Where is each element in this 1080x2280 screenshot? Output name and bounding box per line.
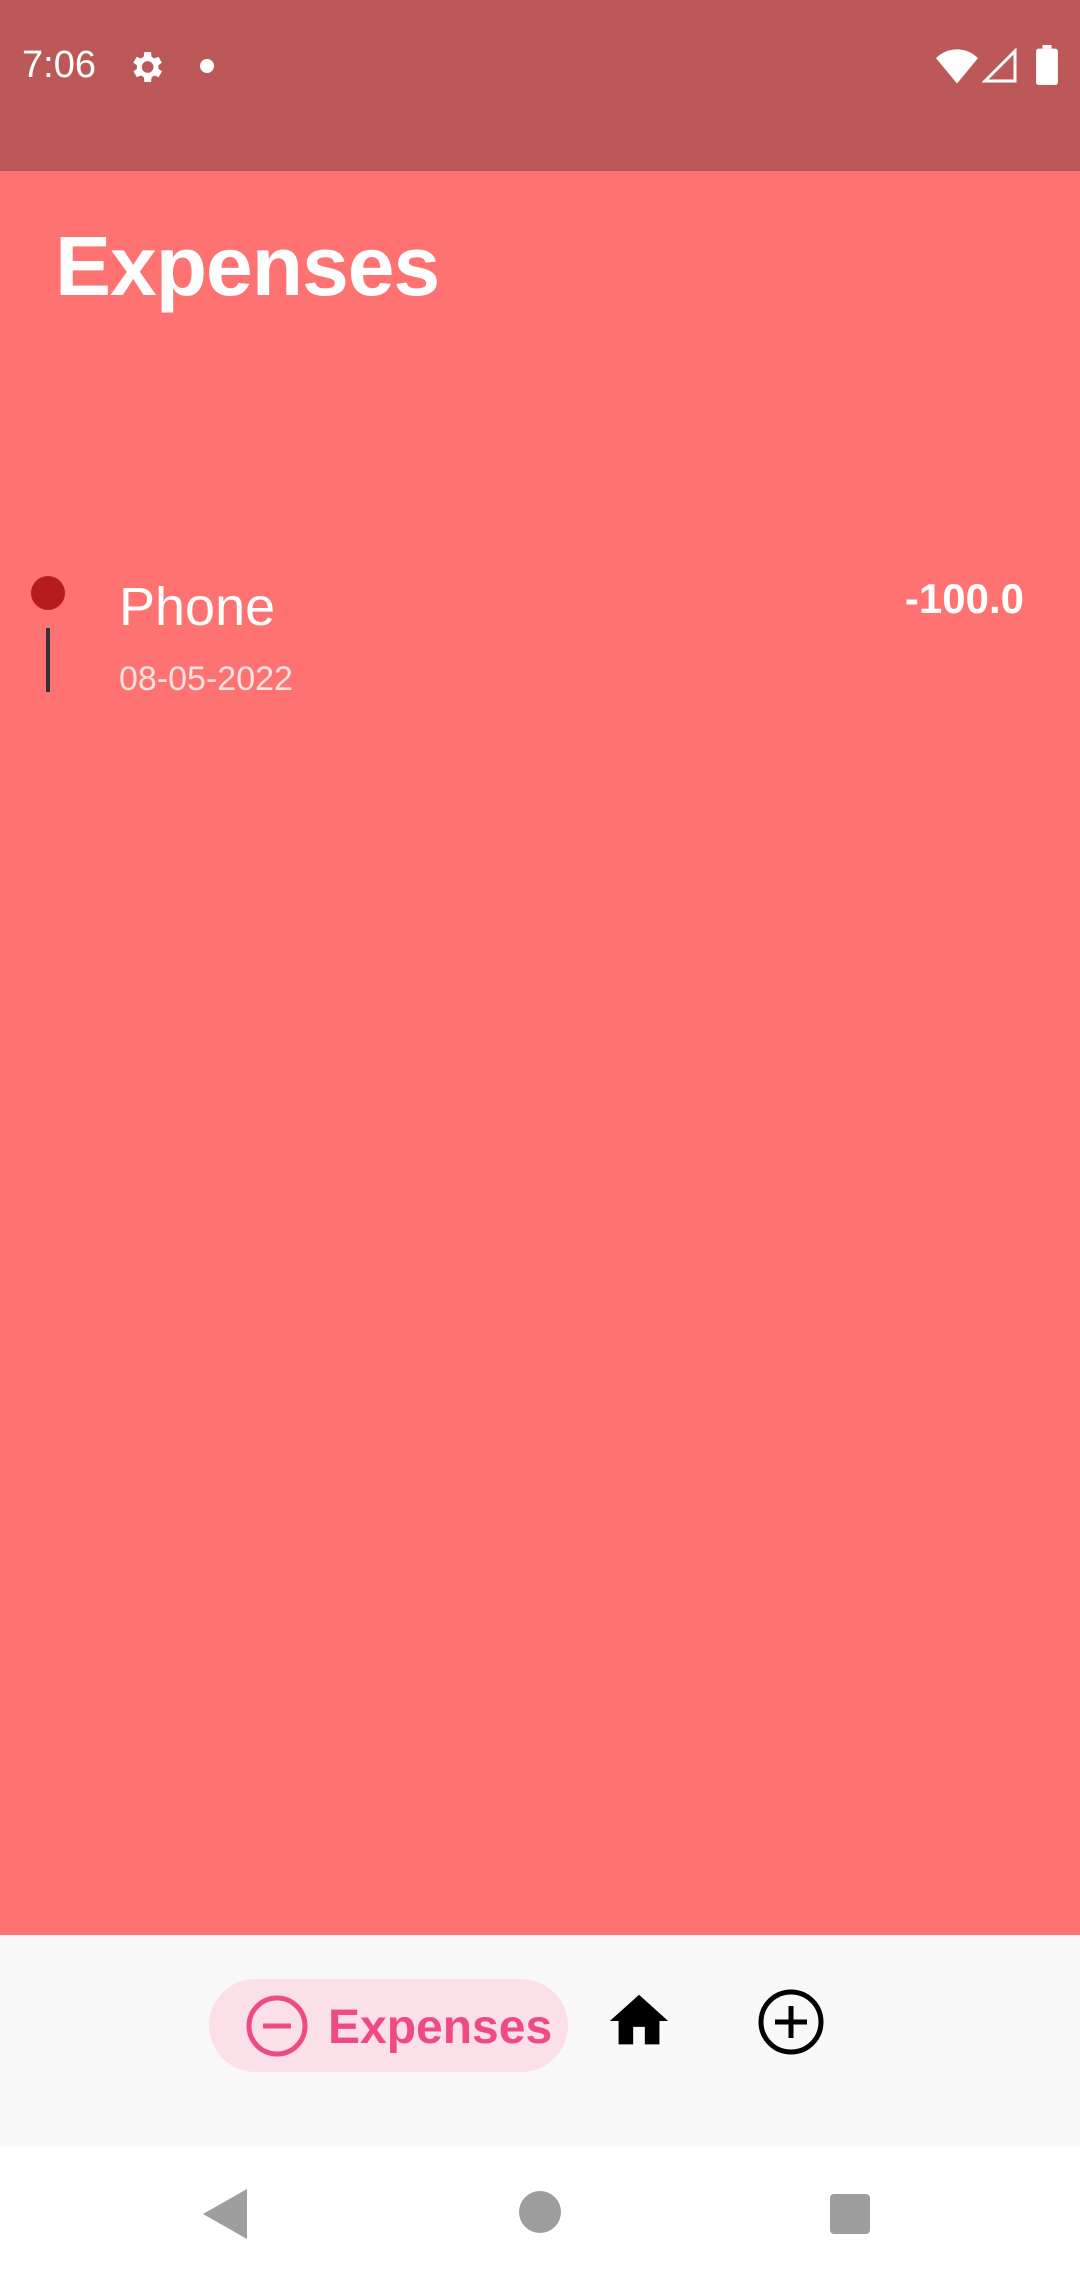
expense-amount: -100.0: [904, 575, 1024, 622]
home-button-icon[interactable]: [519, 2191, 561, 2233]
back-icon[interactable]: [203, 2189, 247, 2239]
status-time: 7:06: [22, 44, 96, 86]
expense-item[interactable]: Phone 08-05-2022 -100.0: [0, 560, 1080, 710]
page-title: Expenses: [55, 219, 440, 313]
status-bar: 7:06: [0, 0, 1080, 171]
nav-item-expenses[interactable]: Expenses: [209, 1979, 568, 2072]
expense-date: 08-05-2022: [119, 660, 293, 698]
minus-circle-icon: [246, 1995, 308, 2057]
system-navigation-bar: [0, 2147, 1080, 2280]
battery-icon: [1036, 45, 1058, 85]
home-icon[interactable]: [604, 1986, 674, 2056]
add-circle-icon[interactable]: [755, 1986, 827, 2058]
timeline-line: [46, 628, 50, 692]
wifi-icon: [936, 49, 978, 84]
timeline-dot-icon: [31, 576, 65, 610]
recents-icon[interactable]: [830, 2194, 870, 2234]
bottom-navigation: Expenses: [0, 1935, 1080, 2147]
signal-icon: [982, 48, 1017, 83]
notification-dot-icon: [200, 59, 214, 73]
nav-item-expenses-label: Expenses: [328, 2001, 553, 2054]
expense-name: Phone: [119, 577, 276, 637]
gear-icon: [133, 52, 162, 82]
